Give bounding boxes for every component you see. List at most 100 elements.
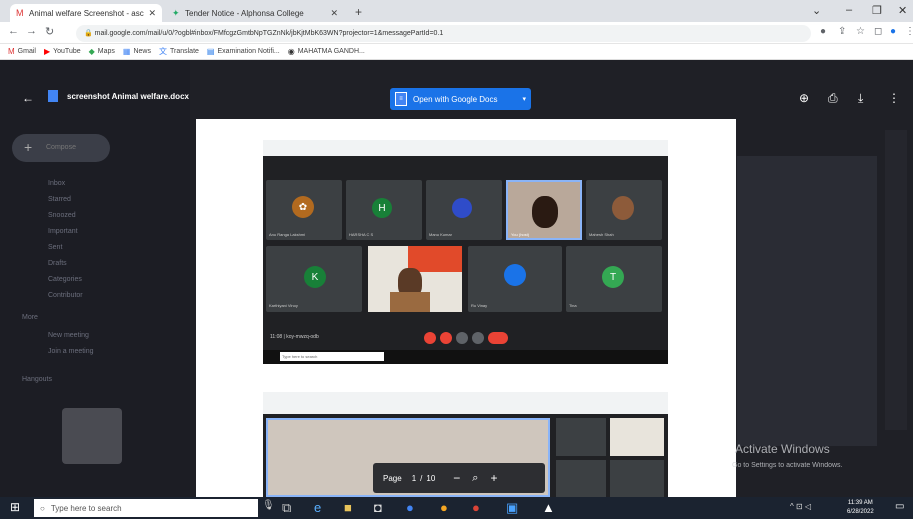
profile-avatar[interactable]: ● (890, 26, 896, 37)
sidebar-item-categories[interactable]: Categories (48, 276, 82, 286)
url-text: mail.google.com/mail/u/0/?ogbl#inbox/FMf… (94, 30, 444, 37)
sidebar-item-more[interactable]: More (22, 314, 38, 324)
sidebar-item-contributor[interactable]: Contributor (48, 292, 83, 302)
task-view-icon[interactable]: ⧉ (282, 500, 291, 516)
windows-start-icon[interactable]: ⊞ (10, 500, 20, 514)
bookmark-youtube[interactable]: ▶ YouTube (44, 47, 81, 56)
compose-label: Compose (46, 144, 76, 151)
edge-icon[interactable]: e (314, 500, 321, 515)
dropdown-arrow-icon: ▾ (522, 96, 526, 103)
participant-name: HARSHA C S (349, 232, 374, 237)
firefox-icon[interactable]: ● (440, 500, 448, 515)
address-bar[interactable]: 🔒 mail.google.com/mail/u/0/?ogbl#inbox/F… (76, 25, 811, 42)
key-icon[interactable]: ● (820, 26, 826, 37)
chevron-down-icon[interactable]: ⌄ (812, 4, 821, 17)
participant-tile (610, 460, 664, 497)
menu-icon[interactable]: ⋮ (905, 26, 913, 37)
meeting-info: 11:08 | koy-mwzq-odb (270, 334, 319, 340)
news-icon: ▦ (122, 47, 131, 56)
notifications-icon[interactable]: ▭ (895, 501, 904, 512)
mic-icon[interactable]: 🎙 (262, 500, 275, 511)
participant-tile: Mahesh Shah (586, 180, 662, 240)
google-docs-icon: ≡ (395, 92, 407, 106)
sidebar-item-sent[interactable]: Sent (48, 244, 62, 254)
bookmark-examination[interactable]: ▤ Examination Notifi... (207, 47, 280, 56)
store-icon[interactable]: ◘ (374, 500, 382, 515)
file-explorer-icon[interactable]: ■ (344, 500, 352, 515)
page-current[interactable]: 1 (412, 474, 416, 483)
participant-name: Ru Vinay (471, 303, 488, 308)
bookmark-gmail[interactable]: M Gmail (8, 47, 36, 56)
close-icon[interactable]: ✕ (148, 8, 156, 19)
bookmark-news[interactable]: ▦ News (123, 47, 151, 56)
add-to-drive-icon[interactable]: ⊕ (799, 91, 809, 105)
download-icon[interactable]: ⤓ (858, 91, 863, 106)
participant-tile: Manu Kumar (426, 180, 502, 240)
avatar-initial: K (311, 271, 319, 283)
bookmark-label: Translate (169, 48, 199, 55)
app-icon[interactable]: ● (472, 500, 480, 515)
back-arrow-icon[interactable]: ← (22, 91, 34, 105)
taskbar-clock[interactable]: 11:39 AM 6/28/2022 (847, 499, 874, 517)
avatar-initial: T (609, 271, 617, 283)
bookmark-label: MAHATMA GANDH... (297, 48, 365, 55)
participant-avatar (612, 196, 634, 220)
share-icon[interactable]: ⇪ (838, 26, 846, 37)
system-tray-icons[interactable]: ^ ⊡ ◁ (790, 502, 811, 511)
compose-button[interactable]: + Compose (12, 134, 110, 162)
bookmark-maps[interactable]: ◆ Maps (89, 47, 115, 56)
participant-video (368, 246, 462, 312)
participant-name: Mahesh Shah (589, 232, 614, 237)
open-with-docs-button[interactable]: ≡ Open with Google Docs ▾ (390, 88, 531, 110)
participant-video (610, 418, 664, 456)
activate-windows-title: Activate Windows (735, 442, 830, 456)
back-button[interactable]: ← (8, 25, 19, 37)
close-icon[interactable]: ✕ (330, 8, 338, 19)
extensions-icon[interactable]: ◻ (874, 26, 882, 37)
tab-gmail[interactable]: M Animal welfare Screenshot - asc ✕ (10, 4, 162, 22)
translate-icon: 文 (158, 47, 167, 56)
zoom-in-icon[interactable]: + (490, 471, 497, 485)
photos-icon[interactable]: ▲ (542, 500, 555, 515)
reload-button[interactable]: ↻ (45, 25, 54, 38)
zoom-icon[interactable]: ⌕ (472, 472, 478, 485)
bookmark-translate[interactable]: 文 Translate (159, 46, 199, 57)
app-icon-2[interactable]: ▣ (506, 500, 518, 516)
sidebar-item-starred[interactable]: Starred (48, 196, 71, 206)
close-window-button[interactable]: ✕ (898, 4, 907, 17)
star-icon[interactable]: ☆ (856, 26, 865, 37)
minimize-button[interactable]: – (846, 4, 852, 16)
print-icon[interactable]: ⎙ (828, 91, 838, 106)
sidebar-item-hangouts[interactable]: Hangouts (22, 376, 52, 386)
sidebar-item-important[interactable]: Important (48, 228, 78, 238)
tab-tender[interactable]: ✦ Tender Notice - Alphonsa College ✕ (166, 4, 344, 22)
bookmark-label: YouTube (53, 48, 81, 55)
sidebar-item-snoozed[interactable]: Snoozed (48, 212, 76, 222)
page-navigator: Page 1 / 10 − ⌕ + (373, 463, 545, 493)
globe-icon: ◉ (287, 47, 295, 56)
sidebar-item-new-meeting[interactable]: New meeting (48, 332, 89, 342)
bookmark-label: Gmail (17, 48, 36, 55)
forward-button[interactable]: → (26, 25, 37, 37)
sidebar-item-inbox[interactable]: Inbox (48, 180, 65, 190)
new-tab-button[interactable]: + (355, 5, 362, 19)
participant-name: Tina (569, 303, 577, 308)
chrome-icon[interactable]: ● (406, 500, 414, 515)
file-title: screenshot Animal welfare.docx (67, 92, 189, 101)
more-icon (472, 332, 484, 344)
page-icon: ▤ (206, 47, 215, 56)
person-body (390, 292, 430, 312)
zoom-out-icon[interactable]: − (453, 471, 460, 485)
email-content-panel (737, 156, 877, 446)
bookmark-mahatma[interactable]: ◉ MAHATMA GANDH... (288, 47, 365, 56)
sidebar-item-drafts[interactable]: Drafts (48, 260, 67, 270)
taskbar-search[interactable]: ○ Type here to search (34, 499, 258, 517)
college-icon: ✦ (172, 7, 180, 18)
participant-tile: T Tina (566, 246, 662, 312)
maximize-button[interactable]: ❐ (872, 4, 882, 17)
participant-name: Anu Ranga Lakshmi (269, 232, 306, 237)
participant-avatar: H (372, 198, 392, 218)
sidebar-item-join-meeting[interactable]: Join a meeting (48, 348, 94, 358)
more-options-icon[interactable]: ⋮ (888, 91, 900, 105)
lock-icon: 🔒 (84, 30, 95, 37)
